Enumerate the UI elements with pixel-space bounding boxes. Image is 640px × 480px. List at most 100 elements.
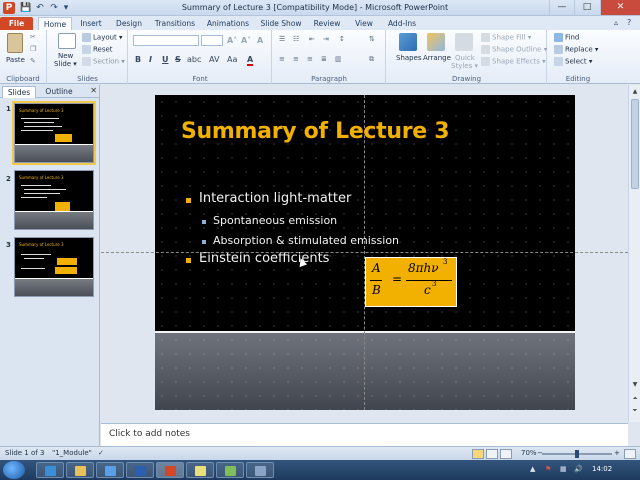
tab-insert[interactable]: Insert [76, 17, 106, 30]
tab-home[interactable]: Home [38, 17, 72, 30]
tray-expand-icon[interactable]: ▲ [530, 465, 535, 473]
reading-view-icon[interactable] [500, 449, 512, 459]
font-name-combo[interactable] [133, 35, 199, 46]
increase-indent-icon[interactable]: ⇥ [323, 35, 329, 43]
slide-thumbnail-2[interactable]: Summary of Lecture 3 [14, 170, 94, 230]
arrange-button[interactable]: Arrange [423, 54, 451, 62]
zoom-in-icon[interactable]: + [614, 449, 620, 457]
shapes-button[interactable]: Shapes [396, 54, 422, 62]
sub-bullet-item[interactable]: Spontaneous emission [213, 214, 337, 227]
columns-icon[interactable]: ▥ [335, 55, 342, 63]
tab-animations[interactable]: Animations [204, 17, 252, 30]
save-icon[interactable]: 💾 [20, 2, 32, 14]
tab-view[interactable]: View [350, 17, 378, 30]
notes-pane[interactable]: Click to add notes [101, 423, 628, 446]
tab-file[interactable]: File [0, 17, 33, 30]
tab-slide-show[interactable]: Slide Show [258, 17, 304, 30]
cut-icon[interactable]: ✂ [30, 33, 36, 41]
shape-fill-button[interactable]: Shape Fill ▾ [481, 33, 531, 42]
undo-icon[interactable]: ↶ [34, 2, 46, 14]
font-color-button[interactable]: A [247, 55, 254, 66]
fit-slide-icon[interactable] [624, 449, 636, 459]
bullets-icon[interactable]: ☰ [279, 35, 285, 43]
section-button[interactable]: Section ▾ [82, 57, 125, 66]
tab-review[interactable]: Review [310, 17, 344, 30]
change-case-button[interactable]: Aa [227, 55, 237, 64]
network-icon[interactable]: ▦ [560, 465, 567, 473]
reset-button[interactable]: Reset [82, 45, 113, 54]
shape-effects-button[interactable]: Shape Effects ▾ [481, 57, 546, 66]
bullet-item[interactable]: Einstein coefficients [199, 251, 329, 266]
start-button[interactable] [3, 461, 25, 479]
slide-sorter-icon[interactable] [486, 449, 498, 459]
tab-add-ins[interactable]: Add-Ins [384, 17, 420, 30]
tab-slides[interactable]: Slides [2, 86, 36, 98]
paste-icon[interactable] [7, 33, 23, 53]
clear-format-button[interactable]: A [257, 36, 263, 45]
taskbar-app[interactable] [216, 462, 244, 478]
replace-button[interactable]: Replace ▾ [554, 45, 598, 54]
shape-outline-button[interactable]: Shape Outline ▾ [481, 45, 547, 54]
notes-placeholder[interactable]: Click to add notes [109, 429, 190, 439]
char-spacing-button[interactable]: AV [209, 55, 219, 64]
taskbar-explorer[interactable] [36, 462, 64, 478]
taskbar-word[interactable] [126, 462, 154, 478]
paste-button[interactable]: Paste [6, 56, 25, 64]
line-spacing-icon[interactable]: ↕ [339, 35, 345, 43]
new-slide-button[interactable]: New [58, 52, 73, 60]
decrease-indent-icon[interactable]: ⇤ [309, 35, 315, 43]
volume-icon[interactable]: 🔊 [574, 465, 583, 473]
spell-check-icon[interactable]: ✓ [98, 449, 104, 457]
taskbar-app2[interactable] [246, 462, 274, 478]
sub-bullet-item[interactable]: Absorption & stimulated emission [213, 234, 399, 247]
vertical-scrollbar[interactable]: ▲ ▼ ⏶ ⏷ [628, 85, 640, 422]
scroll-down-icon[interactable]: ▼ [630, 380, 640, 390]
align-center-icon[interactable]: ≡ [293, 55, 299, 63]
text-direction-icon[interactable]: ⇅ [369, 35, 375, 43]
slide-thumbnail-3[interactable]: Summary of Lecture 3 [14, 237, 94, 297]
new-slide-icon[interactable] [58, 33, 76, 49]
copy-icon[interactable]: ❐ [30, 45, 36, 53]
select-button[interactable]: Select ▾ [554, 57, 592, 66]
quick-styles-icon[interactable] [455, 33, 473, 51]
tab-transitions[interactable]: Transitions [152, 17, 198, 30]
bullet-item[interactable]: Interaction light-matter [199, 191, 351, 206]
minimize-button[interactable]: — [549, 0, 574, 15]
maximize-button[interactable]: □ [574, 0, 599, 15]
clock[interactable]: 14:02 [592, 465, 612, 473]
taskbar-media[interactable] [96, 462, 124, 478]
shapes-icon[interactable] [399, 33, 417, 51]
taskbar-powerpoint[interactable] [156, 462, 184, 478]
format-painter-icon[interactable]: ✎ [30, 57, 36, 65]
underline-button[interactable]: U [162, 55, 169, 64]
minimize-ribbon-icon[interactable]: ▵ [614, 18, 618, 27]
powerpoint-app-icon[interactable]: P [3, 2, 15, 14]
smartart-icon[interactable]: ⧉ [369, 55, 374, 64]
align-left-icon[interactable]: ≡ [279, 55, 285, 63]
shadow-button[interactable]: abc [187, 55, 201, 64]
strikethrough-button[interactable]: S [175, 55, 181, 64]
quick-styles-button[interactable]: Quick [455, 54, 475, 62]
close-pane-icon[interactable]: ✕ [90, 86, 97, 95]
previous-slide-icon[interactable]: ⏶ [630, 394, 640, 404]
redo-icon[interactable]: ↷ [48, 2, 60, 14]
zoom-slider-thumb[interactable] [575, 450, 579, 458]
scroll-up-icon[interactable]: ▲ [630, 87, 640, 97]
normal-view-icon[interactable] [472, 449, 484, 459]
slide-title[interactable]: Summary of Lecture 3 [181, 119, 450, 144]
next-slide-icon[interactable]: ⏷ [630, 406, 640, 416]
slide-thumbnail-1[interactable]: Summary of Lecture 3 [12, 101, 96, 165]
justify-icon[interactable]: ≣ [321, 55, 327, 63]
layout-button[interactable]: Layout ▾ [82, 33, 123, 42]
grow-font-button[interactable]: A˄ [227, 36, 237, 45]
taskbar-folder[interactable] [66, 462, 94, 478]
new-slide-dropdown[interactable]: Slide ▾ [54, 60, 77, 68]
arrange-icon[interactable] [427, 33, 445, 51]
close-button[interactable]: ✕ [600, 0, 640, 15]
action-center-icon[interactable]: ⚑ [545, 465, 551, 473]
tab-design[interactable]: Design [112, 17, 146, 30]
shrink-font-button[interactable]: A˅ [241, 36, 251, 45]
horizontal-guide[interactable] [101, 252, 628, 253]
numbering-icon[interactable]: ☷ [293, 35, 299, 43]
customize-qat-icon[interactable]: ▾ [60, 2, 72, 14]
